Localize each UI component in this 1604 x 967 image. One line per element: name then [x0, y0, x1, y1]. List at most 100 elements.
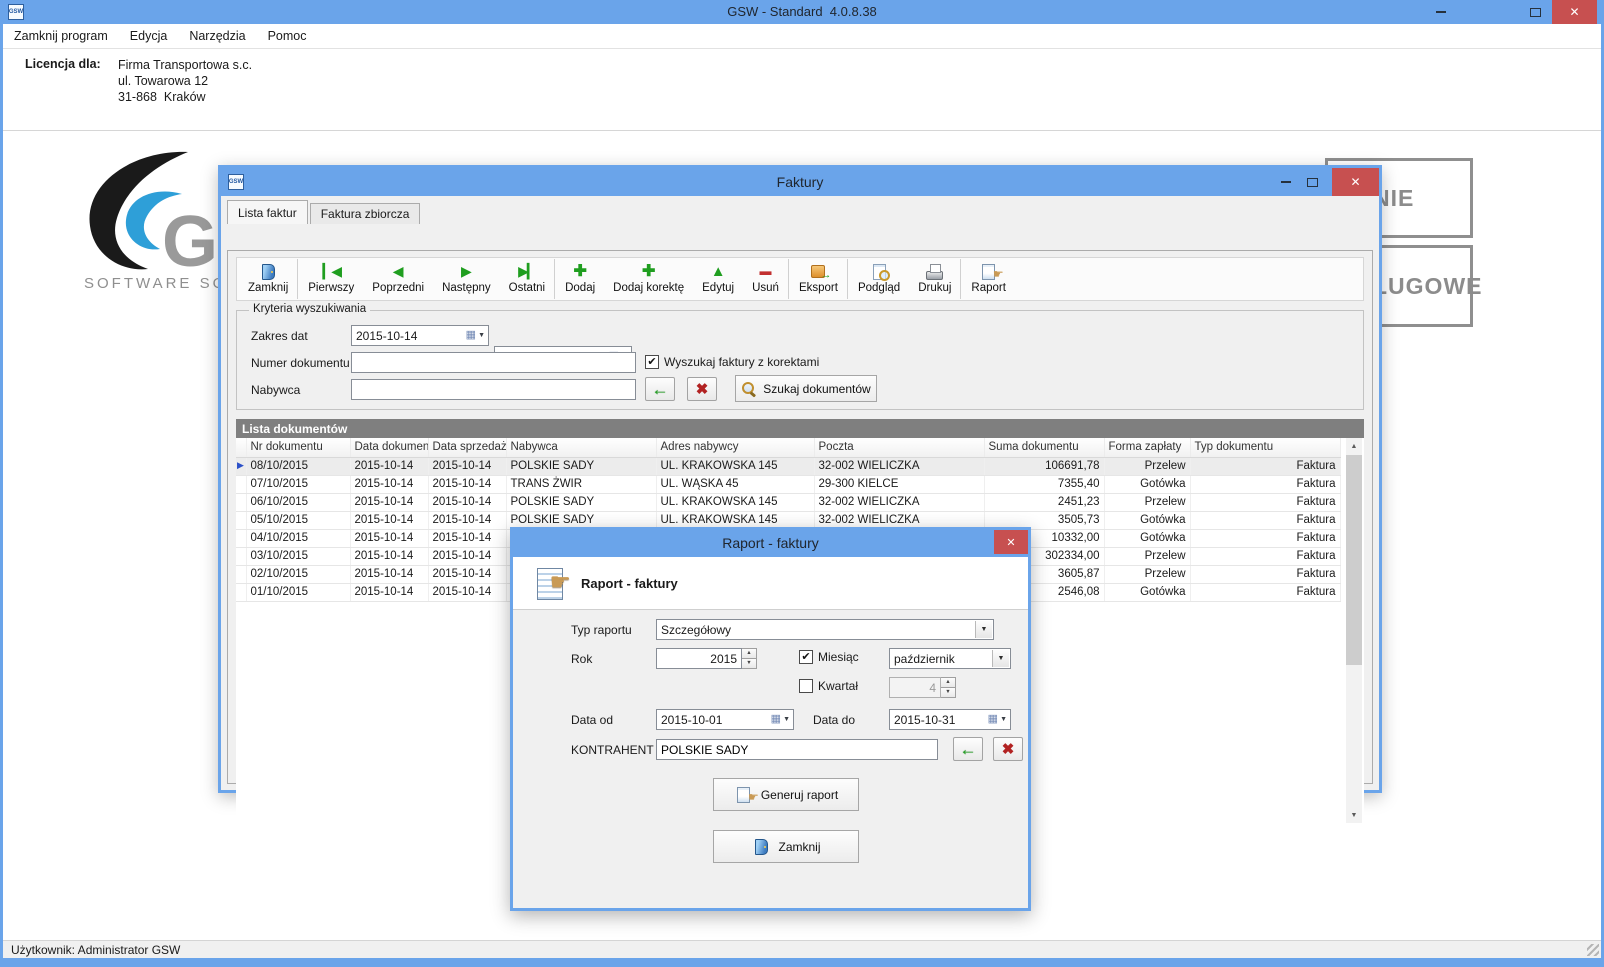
faktury-maximize-button[interactable]	[1299, 168, 1325, 196]
toolbar-icon	[321, 263, 341, 280]
generate-report-label: Generuj raport	[761, 788, 838, 802]
chevron-down-icon[interactable]: ▼	[975, 621, 992, 638]
table-row[interactable]: 08/10/2015 2015-10-14 2015-10-14 POLSKIE…	[236, 457, 1340, 475]
minimize-button[interactable]	[1430, 0, 1452, 24]
generate-report-button[interactable]: Generuj raport	[713, 778, 859, 811]
column-header[interactable]: Typ dokumentu	[1190, 438, 1340, 457]
clear-contractor-button[interactable]: ✖	[993, 737, 1023, 761]
spin-up-icon[interactable]: ▲	[742, 648, 757, 659]
resize-grip[interactable]	[1587, 944, 1599, 956]
table-row[interactable]: 06/10/2015 2015-10-14 2015-10-14 POLSKIE…	[236, 493, 1340, 511]
year-spinner[interactable]: ▲ ▼	[742, 648, 757, 669]
toolbar-button[interactable]: Usuń	[743, 259, 789, 299]
toolbar-button[interactable]: Następny	[433, 259, 500, 299]
cell-data-dokumentu: 2015-10-14	[350, 583, 428, 601]
menu-item[interactable]: Pomoc	[257, 29, 318, 43]
column-header[interactable]: Poczta	[814, 438, 984, 457]
month-checkbox-label: Miesiąc	[818, 650, 859, 664]
date-from-field[interactable]: 2015-10-14 ▦ ▼	[351, 325, 489, 346]
clear-buyer-button[interactable]: ✖	[687, 377, 717, 401]
close-icon: ✕	[1350, 175, 1360, 189]
doc-number-input[interactable]	[351, 352, 636, 373]
table-row[interactable]: 07/10/2015 2015-10-14 2015-10-14 TRANS Ż…	[236, 475, 1340, 493]
toolbar-label: Eksport	[799, 282, 838, 294]
cell-nr-dokumentu: 02/10/2015	[246, 565, 350, 583]
spin-down-icon[interactable]: ▼	[742, 659, 757, 669]
chevron-down-icon: ▼	[783, 716, 790, 723]
scrollbar-up-button[interactable]: ▲	[1346, 438, 1362, 454]
dialog-date-from-field[interactable]: 2015-10-01 ▦ ▼	[656, 709, 794, 730]
pick-contractor-button[interactable]: ←	[953, 737, 983, 761]
scrollbar-down-button[interactable]: ▼	[1346, 807, 1362, 823]
menu-item[interactable]: Edycja	[119, 29, 179, 43]
chevron-down-icon[interactable]: ▼	[992, 650, 1009, 667]
raport-dialog: Raport - faktury ✕ Raport - faktury Typ …	[510, 527, 1031, 911]
month-checkbox-row: ✔ Miesiąc	[799, 650, 859, 664]
year-field[interactable]: 2015	[656, 648, 742, 669]
toolbar-icon	[639, 263, 659, 280]
cell-adres-nabywcy: UL. WĄSKA 45	[656, 475, 814, 493]
spin-up-icon[interactable]: ▲	[941, 677, 956, 688]
spin-down-icon[interactable]: ▼	[941, 688, 956, 698]
toolbar-button[interactable]: Zamknij	[239, 259, 298, 299]
toolbar-button[interactable]: Poprzedni	[363, 259, 433, 299]
toolbar-button[interactable]: Raport	[962, 259, 1015, 299]
contractor-input[interactable]	[656, 739, 938, 760]
date-picker-button[interactable]: ▦ ▼	[463, 326, 488, 345]
year-label: Rok	[571, 652, 592, 666]
toolbar-button[interactable]: Eksport	[790, 259, 848, 299]
column-header[interactable]: Data dokumentu	[350, 438, 428, 457]
quarter-spinner[interactable]: ▲ ▼	[941, 677, 956, 698]
report-type-combo[interactable]: Szczegółowy ▼	[656, 619, 994, 640]
column-header[interactable]: Suma dokumentu	[984, 438, 1104, 457]
column-header[interactable]: Nr dokumentu	[246, 438, 350, 457]
date-picker-button[interactable]: ▦ ▼	[985, 710, 1010, 729]
search-documents-button[interactable]: Szukaj dokumentów	[735, 375, 877, 402]
toolbar-icon	[808, 263, 828, 280]
toolbar-button[interactable]: Edytuj	[693, 259, 743, 299]
faktury-minimize-button[interactable]	[1275, 168, 1297, 196]
cell-forma-zaplaty: Gotówka	[1104, 529, 1190, 547]
faktury-close-button[interactable]: ✕	[1332, 168, 1379, 196]
license-panel: Licencja dla: Firma Transportowa s.c.ul.…	[3, 50, 1601, 131]
menu-item[interactable]: Narzędzia	[178, 29, 256, 43]
cell-data-sprzedazy: 2015-10-14	[428, 583, 506, 601]
buyer-input[interactable]	[351, 379, 636, 400]
toolbar-button[interactable]: Dodaj	[556, 259, 604, 299]
vertical-scrollbar[interactable]: ▲ ▼	[1346, 438, 1362, 823]
toolbar-label: Zamknij	[248, 282, 288, 294]
corrections-checkbox-row: ✔ Wyszukaj faktury z korektami	[645, 355, 819, 369]
toolbar-button[interactable]: Dodaj korektę	[604, 259, 693, 299]
toolbar-button[interactable]: Ostatni	[500, 259, 555, 299]
column-header[interactable]: Data sprzedaży	[428, 438, 506, 457]
report-type-value: Szczegółowy	[661, 623, 989, 637]
pick-buyer-button[interactable]: ←	[645, 377, 675, 401]
toolbar-label: Następny	[442, 282, 491, 294]
column-header[interactable]: Nabywca	[506, 438, 656, 457]
quarter-field[interactable]: 4	[889, 677, 941, 698]
toolbar-label: Usuń	[752, 282, 779, 294]
toolbar-button[interactable]: Drukuj	[909, 259, 961, 299]
cell-nr-dokumentu: 03/10/2015	[246, 547, 350, 565]
dialog-close-button[interactable]: Zamknij	[713, 830, 859, 863]
column-header[interactable]: Adres nabywcy	[656, 438, 814, 457]
door-icon	[751, 838, 771, 855]
tab-faktura-zbiorcza[interactable]: Faktura zbiorcza	[310, 203, 421, 224]
date-picker-button[interactable]: ▦ ▼	[768, 710, 793, 729]
maximize-button[interactable]	[1522, 0, 1548, 24]
column-header[interactable]: Forma zapłaty	[1104, 438, 1190, 457]
menu-item[interactable]: Zamknij program	[3, 29, 119, 43]
quarter-checkbox[interactable]: ✔	[799, 679, 813, 693]
dialog-date-to-field[interactable]: 2015-10-31 ▦ ▼	[889, 709, 1011, 730]
toolbar-icon	[979, 263, 999, 280]
raport-dialog-close-button[interactable]: ✕	[994, 530, 1028, 554]
month-combo[interactable]: październik ▼	[889, 648, 1011, 669]
scrollbar-thumb[interactable]	[1346, 455, 1362, 665]
tab-lista-faktur[interactable]: Lista faktur	[227, 200, 308, 224]
table-header-row: Nr dokumentuData dokumentuData sprzedaży…	[236, 438, 1340, 457]
month-checkbox[interactable]: ✔	[799, 650, 813, 664]
corrections-checkbox[interactable]: ✔	[645, 355, 659, 369]
toolbar-button[interactable]: Pierwszy	[299, 259, 363, 299]
toolbar-button[interactable]: Podgląd	[849, 259, 909, 299]
close-button[interactable]: ✕	[1552, 0, 1597, 24]
